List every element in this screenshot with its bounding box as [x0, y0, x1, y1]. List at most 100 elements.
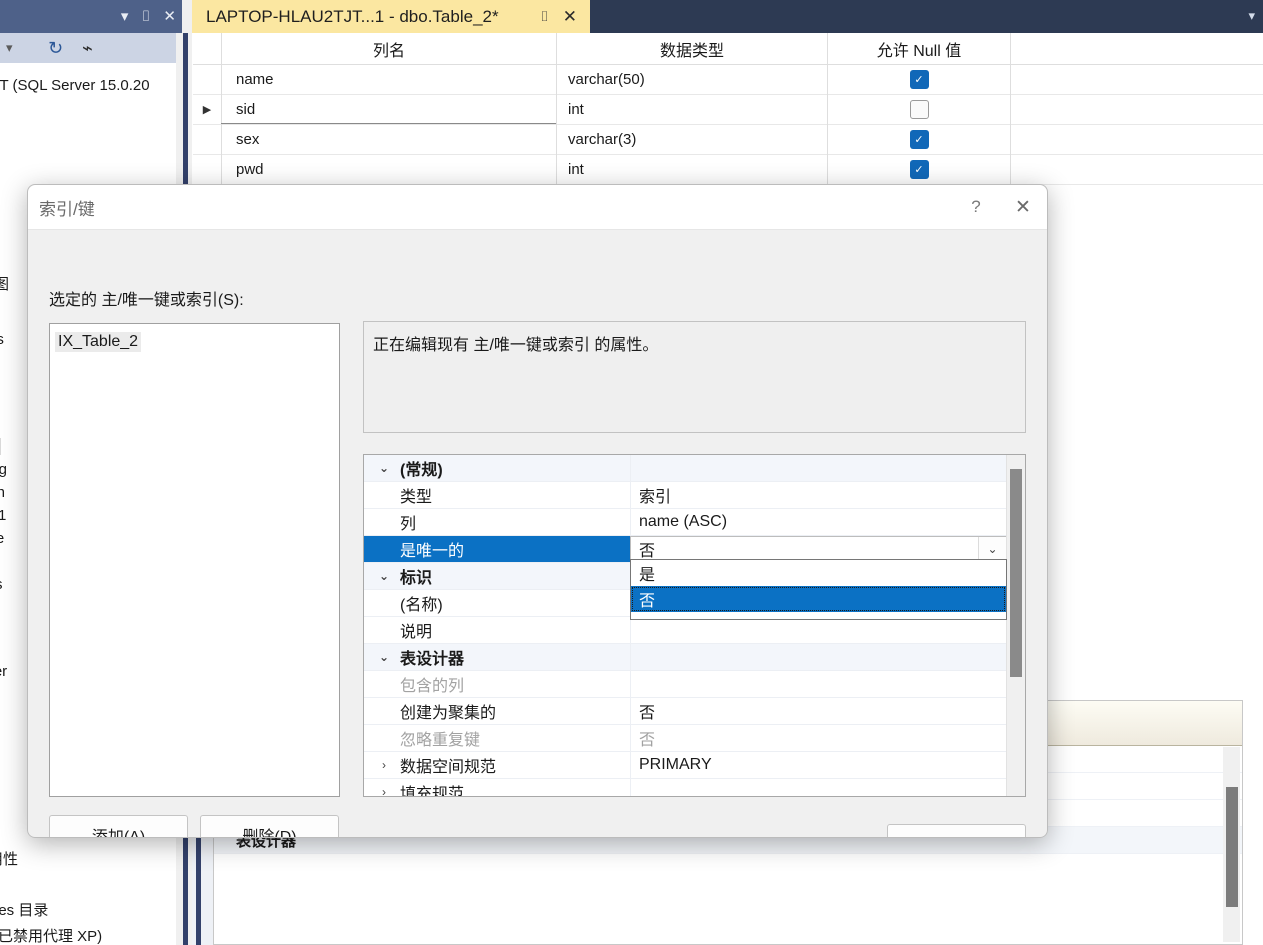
index-property-row[interactable]: ⌄ 表设计器	[364, 644, 1025, 671]
index-property-value[interactable]: 否	[630, 725, 1025, 751]
dialog-body: 选定的 主/唯一键或索引(S): IX_Table_2 正在编辑现有 主/唯一键…	[28, 229, 1047, 837]
document-tabstrip: LAPTOP-HLAU2TJT...1 - dbo.Table_2* ⌷ ✕ ▾	[192, 0, 1263, 33]
table-row[interactable]: pwd int ✓	[193, 154, 1263, 185]
object-explorer-title-buttons: ▾ ⌷ ✕	[121, 0, 176, 33]
cell-column-name[interactable]: name	[222, 64, 557, 94]
activity-monitor-icon[interactable]: ⌁	[82, 38, 93, 58]
chevron-down-icon[interactable]: ⌄	[376, 455, 392, 481]
index-property-row[interactable]: 说明	[364, 617, 1025, 644]
object-explorer-node[interactable]: oker	[0, 663, 7, 680]
row-selector[interactable]	[193, 154, 222, 184]
object-explorer-titlebar: ▾ ⌷ ✕	[0, 0, 182, 33]
tab-dbo-table-2[interactable]: LAPTOP-HLAU2TJT...1 - dbo.Table_2* ⌷ ✕	[192, 0, 590, 33]
row-selector[interactable]: ▶	[193, 94, 222, 124]
cell-column-name[interactable]: pwd	[222, 154, 557, 184]
close-icon[interactable]: ✕	[999, 196, 1047, 219]
selected-keys-listbox[interactable]: IX_Table_2	[49, 323, 340, 797]
index-property-value[interactable]: 否	[630, 698, 1025, 724]
cell-allow-null[interactable]: ✓	[828, 64, 1011, 94]
row-selector[interactable]	[193, 124, 222, 154]
table-designer-grid[interactable]: 列名 数据类型 允许 Null 值 name varchar(50) ✓ ▶ sid int se…	[192, 33, 1263, 185]
index-property-row[interactable]: 列 name (ASC)	[364, 509, 1025, 536]
chevron-right-icon[interactable]: ›	[376, 779, 392, 796]
index-property-key: 是唯一的	[364, 536, 630, 562]
dropdown-padding	[631, 612, 1006, 619]
object-explorer-node[interactable]: gji	[0, 438, 2, 455]
chevron-down-icon[interactable]: ⌄	[978, 537, 1006, 561]
is-unique-dropdown-list[interactable]: 是否	[630, 559, 1007, 620]
index-property-grid[interactable]: ⌄ (常规) 类型 索引列 name (ASC) 是唯一的否 ⌄ ⌄ 标识 (名称) 说明 ⌄ 表设计器…	[363, 454, 1026, 797]
index-property-value[interactable]: PRIMARY	[630, 752, 1025, 778]
index-property-value[interactable]: 索引	[630, 482, 1025, 508]
tabstrip-overflow-icon[interactable]: ▾	[1248, 8, 1255, 24]
object-explorer-node[interactable]: 图	[0, 273, 9, 294]
allow-null-checkbox[interactable]: ✓	[909, 69, 929, 89]
object-explorer-node[interactable]: 用性	[0, 848, 18, 869]
property-grid-scrollbar[interactable]	[1006, 455, 1025, 796]
cell-allow-null[interactable]: ✓	[828, 154, 1011, 184]
index-property-row[interactable]: 包含的列	[364, 671, 1025, 698]
chevron-right-icon[interactable]: ›	[376, 752, 392, 778]
allow-null-checkbox[interactable]: ✓	[909, 159, 929, 179]
object-explorer-node[interactable]: JT (SQL Server 15.0.20	[0, 77, 150, 94]
cell-data-type[interactable]: varchar(50)	[557, 64, 828, 94]
add-button[interactable]: 添加(A)	[49, 815, 188, 837]
object-explorer-node[interactable]: es	[0, 331, 4, 348]
properties-scrollbar[interactable]	[1223, 747, 1240, 942]
close-button[interactable]: 关闭(C)	[887, 824, 1026, 837]
tab-label: LAPTOP-HLAU2TJT...1 - dbo.Table_2*	[206, 6, 499, 26]
refresh-icon[interactable]: ↻	[48, 38, 63, 58]
index-property-row[interactable]: › 填充规范	[364, 779, 1025, 796]
index-property-row[interactable]: 创建为聚集的 否	[364, 698, 1025, 725]
object-explorer-node[interactable]: che	[0, 530, 4, 547]
cell-data-type[interactable]: varchar(3)	[557, 124, 828, 154]
index-property-value[interactable]	[630, 617, 1025, 643]
row-selector[interactable]	[193, 64, 222, 94]
cell-allow-null[interactable]: ✓	[828, 124, 1011, 154]
chevron-down-icon[interactable]: ▾	[121, 9, 129, 24]
table-row[interactable]: ▶ sid int	[193, 94, 1263, 125]
index-property-row[interactable]: ⌄ (常规)	[364, 455, 1025, 482]
dropdown-option[interactable]: 是	[631, 560, 1006, 586]
index-property-key: 表设计器	[400, 651, 465, 668]
index-property-row[interactable]: › 数据空间规范 PRIMARY	[364, 752, 1025, 779]
index-property-value[interactable]	[630, 779, 1025, 796]
allow-null-checkbox[interactable]: ✓	[909, 129, 929, 149]
table-row[interactable]: name varchar(50) ✓	[193, 64, 1263, 95]
tab-close-icon[interactable]: ✕	[563, 7, 577, 27]
object-explorer-node[interactable]: vices 目录	[0, 899, 48, 920]
designer-header-data-type: 数据类型	[557, 33, 828, 64]
cell-allow-null[interactable]	[828, 94, 1011, 124]
close-icon[interactable]: ✕	[163, 9, 176, 24]
index-property-row[interactable]: 类型 索引	[364, 482, 1025, 509]
object-explorer-node[interactable]: rs	[0, 576, 3, 593]
index-property-row[interactable]: 忽略重复键 否	[364, 725, 1025, 752]
index-property-key: 列	[400, 516, 417, 533]
properties-scroll-thumb[interactable]	[1226, 787, 1238, 907]
object-explorer-node[interactable]: ang	[0, 461, 7, 478]
cell-column-name[interactable]: sid	[222, 94, 557, 124]
object-explorer-node[interactable]: den	[0, 484, 5, 501]
cell-column-name[interactable]: sex	[222, 124, 557, 154]
cell-data-type[interactable]: int	[557, 154, 828, 184]
object-explorer-node[interactable]: 理(已禁用代理 XP)	[0, 925, 102, 945]
delete-button[interactable]: 删除(D)	[200, 815, 339, 837]
tab-pin-icon[interactable]: ⌷	[540, 8, 548, 25]
help-icon[interactable]: ?	[953, 197, 999, 217]
object-explorer-node[interactable]: le_1	[0, 507, 6, 524]
index-property-value[interactable]	[630, 455, 1025, 481]
dialog-titlebar: 索引/键 ? ✕	[28, 185, 1047, 230]
list-item[interactable]: IX_Table_2	[55, 332, 142, 352]
chevron-down-icon[interactable]: ⌄	[376, 563, 392, 589]
index-property-value[interactable]: name (ASC)	[630, 509, 1025, 535]
property-grid-scroll-thumb[interactable]	[1010, 469, 1022, 677]
dropdown-option[interactable]: 否	[631, 586, 1006, 612]
chevron-down-icon[interactable]: ⌄	[376, 644, 392, 670]
pin-icon[interactable]: ⌷	[141, 9, 150, 24]
index-property-value[interactable]	[630, 644, 1025, 670]
allow-null-checkbox[interactable]	[909, 99, 929, 119]
cell-data-type[interactable]: int	[557, 94, 828, 124]
table-row[interactable]: sex varchar(3) ✓	[193, 124, 1263, 155]
index-property-value[interactable]	[630, 671, 1025, 697]
filter-chevron-icon[interactable]: ▾	[6, 38, 13, 58]
